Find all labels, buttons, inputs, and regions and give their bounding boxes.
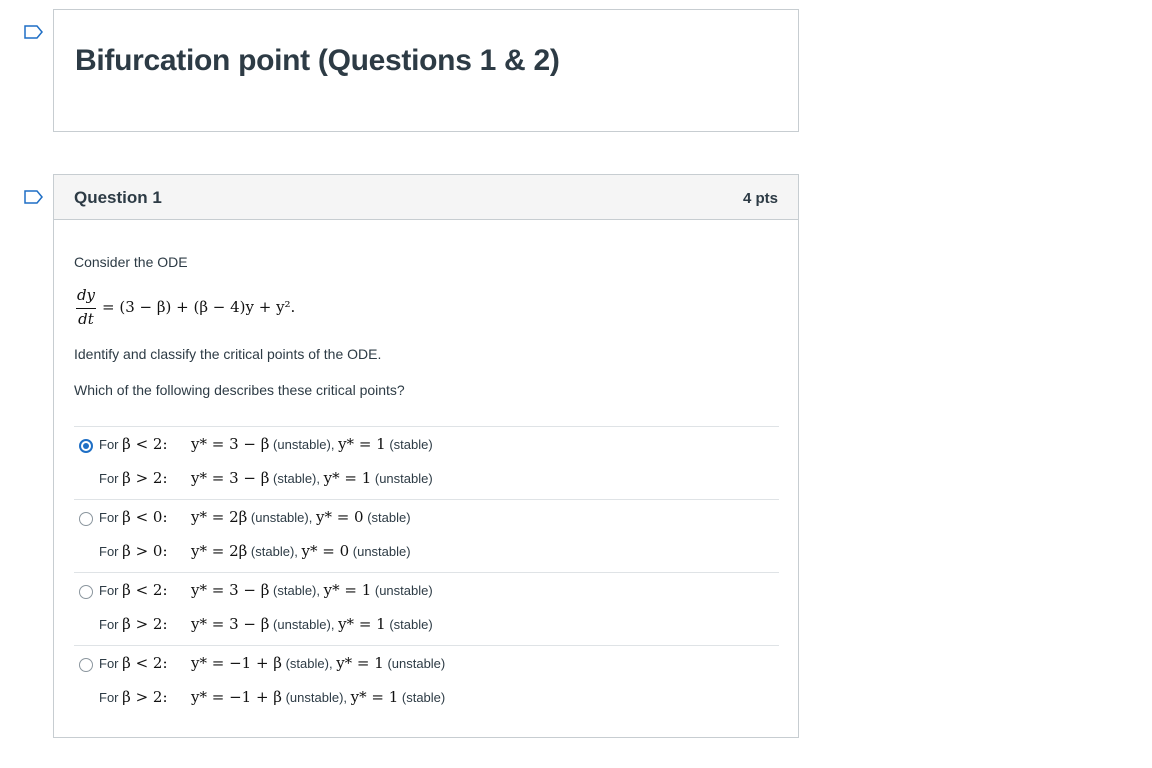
- answer-option[interactable]: For β < 2: y* = −1 + β (stable), y* = 1 …: [74, 645, 779, 718]
- stability-label: (unstable): [352, 544, 411, 559]
- question-intro: Consider the ODE: [74, 254, 188, 270]
- stability-label: (stable): [389, 617, 433, 632]
- answer-for-label: For: [99, 656, 119, 671]
- critical-point-expr: y* = 1: [323, 469, 372, 487]
- section-title: Bifurcation point (Questions 1 & 2): [75, 44, 560, 77]
- stability-label: (stable),: [250, 544, 298, 559]
- fraction-bar: [76, 308, 96, 309]
- answer-condition: β < 2:: [122, 581, 168, 599]
- answer-condition: β > 2:: [122, 469, 168, 487]
- stability-label: (stable): [401, 690, 446, 705]
- critical-point-expr: y* = −1 + β: [191, 654, 282, 672]
- stability-label: (unstable): [387, 656, 446, 671]
- stability-label: (unstable),: [273, 437, 335, 452]
- equation-rhs: = (3 − β) + (β − 4)y + y².: [102, 298, 296, 316]
- question-prompt-2: Which of the following describes these c…: [74, 382, 405, 398]
- stability-label: (stable): [389, 437, 433, 452]
- fraction-denominator: dt: [78, 310, 94, 328]
- answer-condition: β < 0:: [122, 508, 168, 526]
- answer-option[interactable]: For β < 2: y* = 3 − β (unstable), y* = 1…: [74, 426, 779, 499]
- answer-for-label: For: [99, 437, 119, 452]
- stability-label: (stable): [367, 510, 411, 525]
- text-only-question-card: Bifurcation point (Questions 1 & 2): [53, 9, 799, 132]
- question-card: Question 1 4 pts Consider the ODE dy dt …: [53, 174, 799, 738]
- answer-condition: β > 0:: [122, 542, 168, 560]
- critical-point-expr: y* = 1: [336, 654, 384, 672]
- question-title: Question 1: [74, 188, 162, 207]
- critical-point-expr: y* = 0: [301, 542, 350, 560]
- critical-point-expr: y* = −1 + β: [191, 688, 282, 706]
- critical-point-expr: y* = 1: [338, 615, 386, 633]
- answer-for-label: For: [99, 544, 119, 559]
- answer-for-label: For: [99, 510, 119, 525]
- stability-label: (stable),: [273, 583, 320, 598]
- critical-point-expr: y* = 1: [350, 688, 399, 706]
- radio-button-selected[interactable]: [79, 439, 93, 453]
- radio-button[interactable]: [79, 512, 93, 526]
- ode-equation: dy dt = (3 − β) + (β − 4)y + y².: [74, 286, 474, 332]
- stability-label: (unstable): [374, 583, 433, 598]
- answer-option[interactable]: For β < 0: y* = 2β (unstable), y* = 0 (s…: [74, 499, 779, 572]
- stability-label: (unstable),: [273, 617, 335, 632]
- critical-point-expr: y* = 3 − β: [191, 469, 270, 487]
- critical-point-expr: y* = 3 − β: [191, 615, 270, 633]
- answer-for-label: For: [99, 471, 119, 486]
- stability-label: (stable),: [285, 656, 333, 671]
- answer-condition: β < 2:: [122, 435, 168, 453]
- bookmark-flag-icon[interactable]: [24, 190, 44, 204]
- answer-condition: β > 2:: [122, 615, 168, 633]
- critical-point-expr: y* = 2β: [191, 508, 248, 526]
- answer-condition: β < 2:: [122, 654, 168, 672]
- answer-for-label: For: [99, 690, 119, 705]
- stability-label: (unstable),: [285, 690, 348, 705]
- critical-point-expr: y* = 2β: [191, 542, 248, 560]
- answer-condition: β > 2:: [122, 688, 168, 706]
- radio-button[interactable]: [79, 658, 93, 672]
- fraction-numerator: dy: [76, 286, 96, 304]
- stability-label: (unstable): [374, 471, 433, 486]
- critical-point-expr: y* = 3 − β: [191, 435, 270, 453]
- critical-point-expr: y* = 1: [323, 581, 372, 599]
- question-points: 4 pts: [742, 190, 778, 207]
- critical-point-expr: y* = 1: [338, 435, 386, 453]
- answer-for-label: For: [99, 583, 119, 598]
- question-header: Question 1 4 pts: [54, 175, 798, 220]
- stability-label: (stable),: [273, 471, 320, 486]
- critical-point-expr: y* = 0: [315, 508, 364, 526]
- answer-for-label: For: [99, 617, 119, 632]
- answer-option[interactable]: For β < 2: y* = 3 − β (stable), y* = 1 (…: [74, 572, 779, 645]
- stability-label: (unstable),: [250, 510, 313, 525]
- question-prompt: Identify and classify the critical point…: [74, 346, 382, 362]
- critical-point-expr: y* = 3 − β: [191, 581, 270, 599]
- radio-button[interactable]: [79, 585, 93, 599]
- bookmark-flag-icon[interactable]: [24, 25, 44, 39]
